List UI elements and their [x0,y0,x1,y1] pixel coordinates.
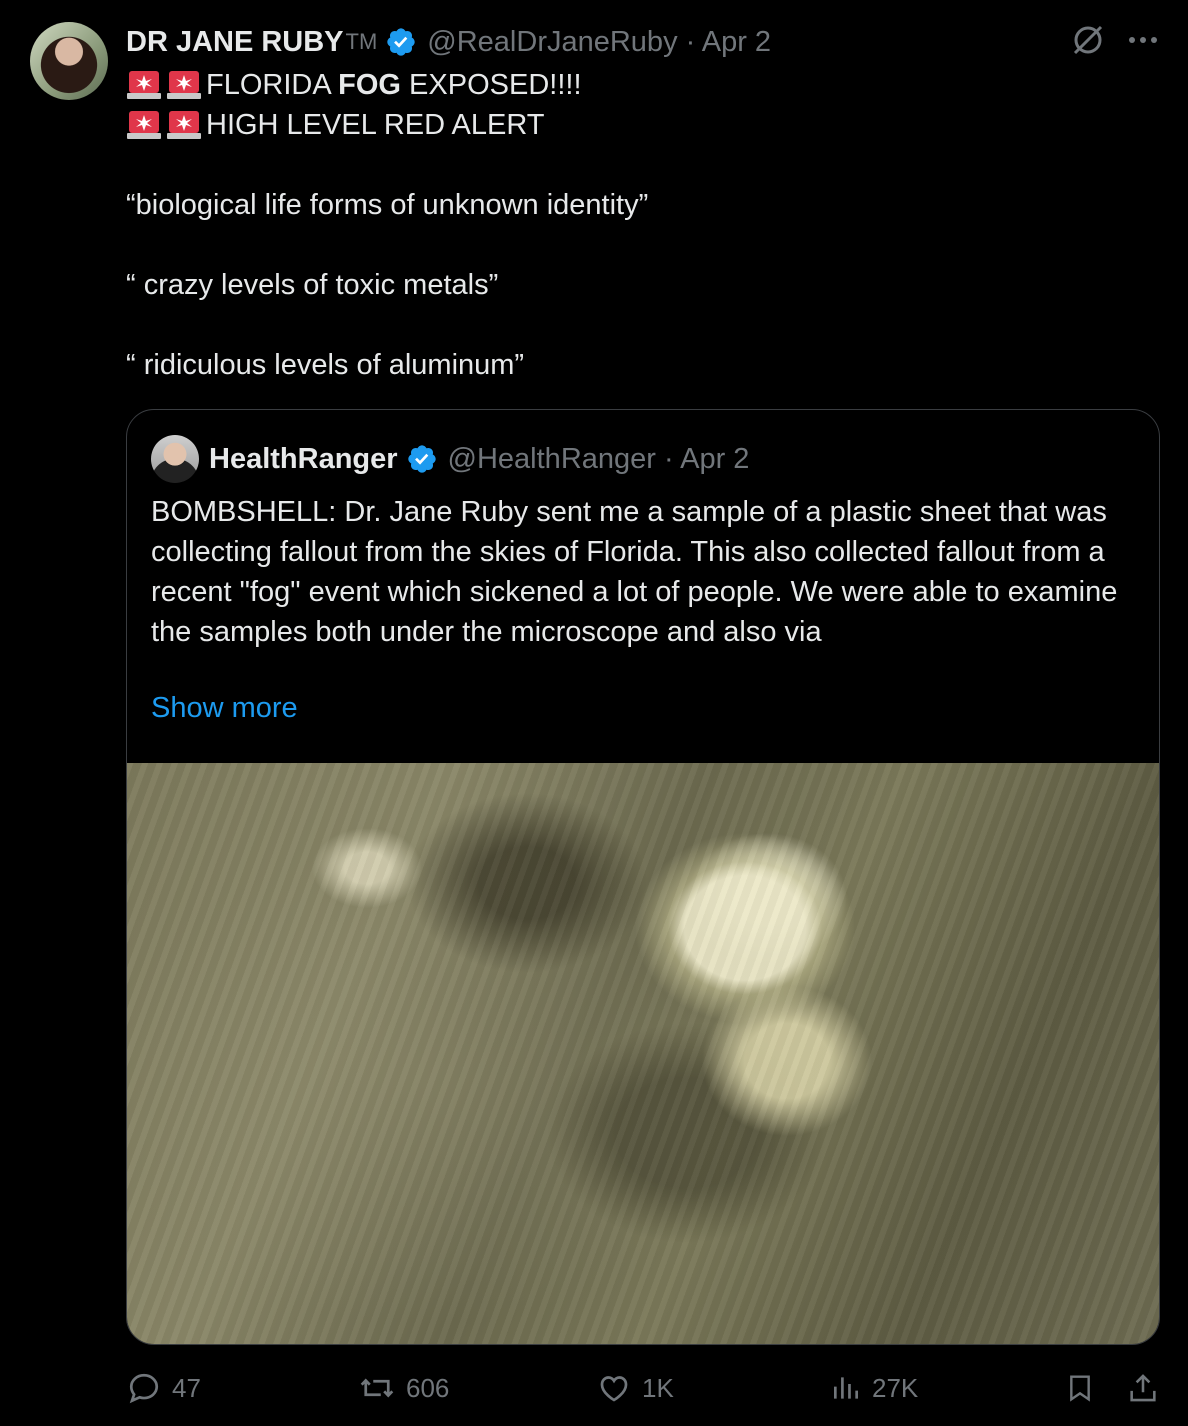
rotating-light-icon [127,111,161,140]
tweet-line-1-pre: FLORIDA [206,69,339,101]
tweet-line-3: “biological life forms of unknown identi… [126,189,649,221]
tweet-header: DR JANE RUBY TM @RealDrJaneRuby · Apr 2 [126,24,771,60]
reply-count: 47 [172,1372,201,1403]
author-avatar[interactable] [30,22,108,100]
quoted-author-name[interactable]: HealthRanger [209,443,398,476]
author-handle-date[interactable]: @RealDrJaneRuby · Apr 2 [427,26,771,59]
like-button[interactable]: 1K [596,1370,674,1406]
repost-icon [360,1378,394,1398]
verified-badge-icon [387,28,415,56]
tweet-line-2-text: HIGH LEVEL RED ALERT [206,109,545,141]
quoted-tweet-image[interactable] [127,763,1159,1344]
quoted-author-avatar[interactable] [151,435,199,483]
heart-icon [600,1376,628,1402]
views-button[interactable]: 27K [830,1370,918,1406]
rotating-light-icon [167,71,201,100]
tweet-line-1-bold: FOG [338,69,401,101]
rotating-light-icon [167,111,201,140]
rotating-light-icon [127,71,161,100]
views-count: 27K [872,1372,919,1403]
tweet-top-actions [1070,22,1158,58]
like-count: 1K [642,1372,674,1403]
bookmark-button[interactable] [1064,1370,1096,1406]
tweet-line-5: “ ridiculous levels of aluminum” [126,349,525,381]
tweet-line-2: HIGH LEVEL RED ALERT [126,105,544,145]
quoted-author-handle-date[interactable]: @HealthRanger · Apr 2 [448,443,750,476]
grok-icon[interactable] [1070,22,1106,58]
author-name-suffix: TM [345,29,378,54]
tweet-action-bar: 47 606 1K 27K [126,1370,1160,1414]
views-icon [834,1377,858,1399]
quoted-tweet-header: HealthRanger @HealthRanger · Apr 2 [209,441,749,477]
repost-count: 606 [406,1372,450,1403]
repost-button[interactable]: 606 [358,1370,449,1406]
share-button[interactable] [1126,1370,1160,1406]
tweet-line-4: “ crazy levels of toxic metals” [126,269,499,301]
author-name[interactable]: DR JANE RUBY [126,26,344,59]
verified-badge-icon [407,445,436,473]
bookmark-icon [1070,1375,1090,1402]
show-more-link[interactable]: Show more [151,692,298,725]
tweet-line-1: FLORIDA FOG EXPOSED!!!! [126,65,582,105]
share-icon [1130,1374,1156,1402]
quoted-tweet-card[interactable]: HealthRanger @HealthRanger · Apr 2 BOMBS… [126,409,1160,1345]
quoted-tweet-body: BOMBSHELL: Dr. Jane Ruby sent me a sampl… [151,496,1118,648]
more-options-icon[interactable] [1128,22,1158,58]
reply-icon [129,1373,159,1404]
reply-button[interactable]: 47 [126,1370,201,1406]
tweet-line-1-post: EXPOSED!!!! [401,69,582,101]
